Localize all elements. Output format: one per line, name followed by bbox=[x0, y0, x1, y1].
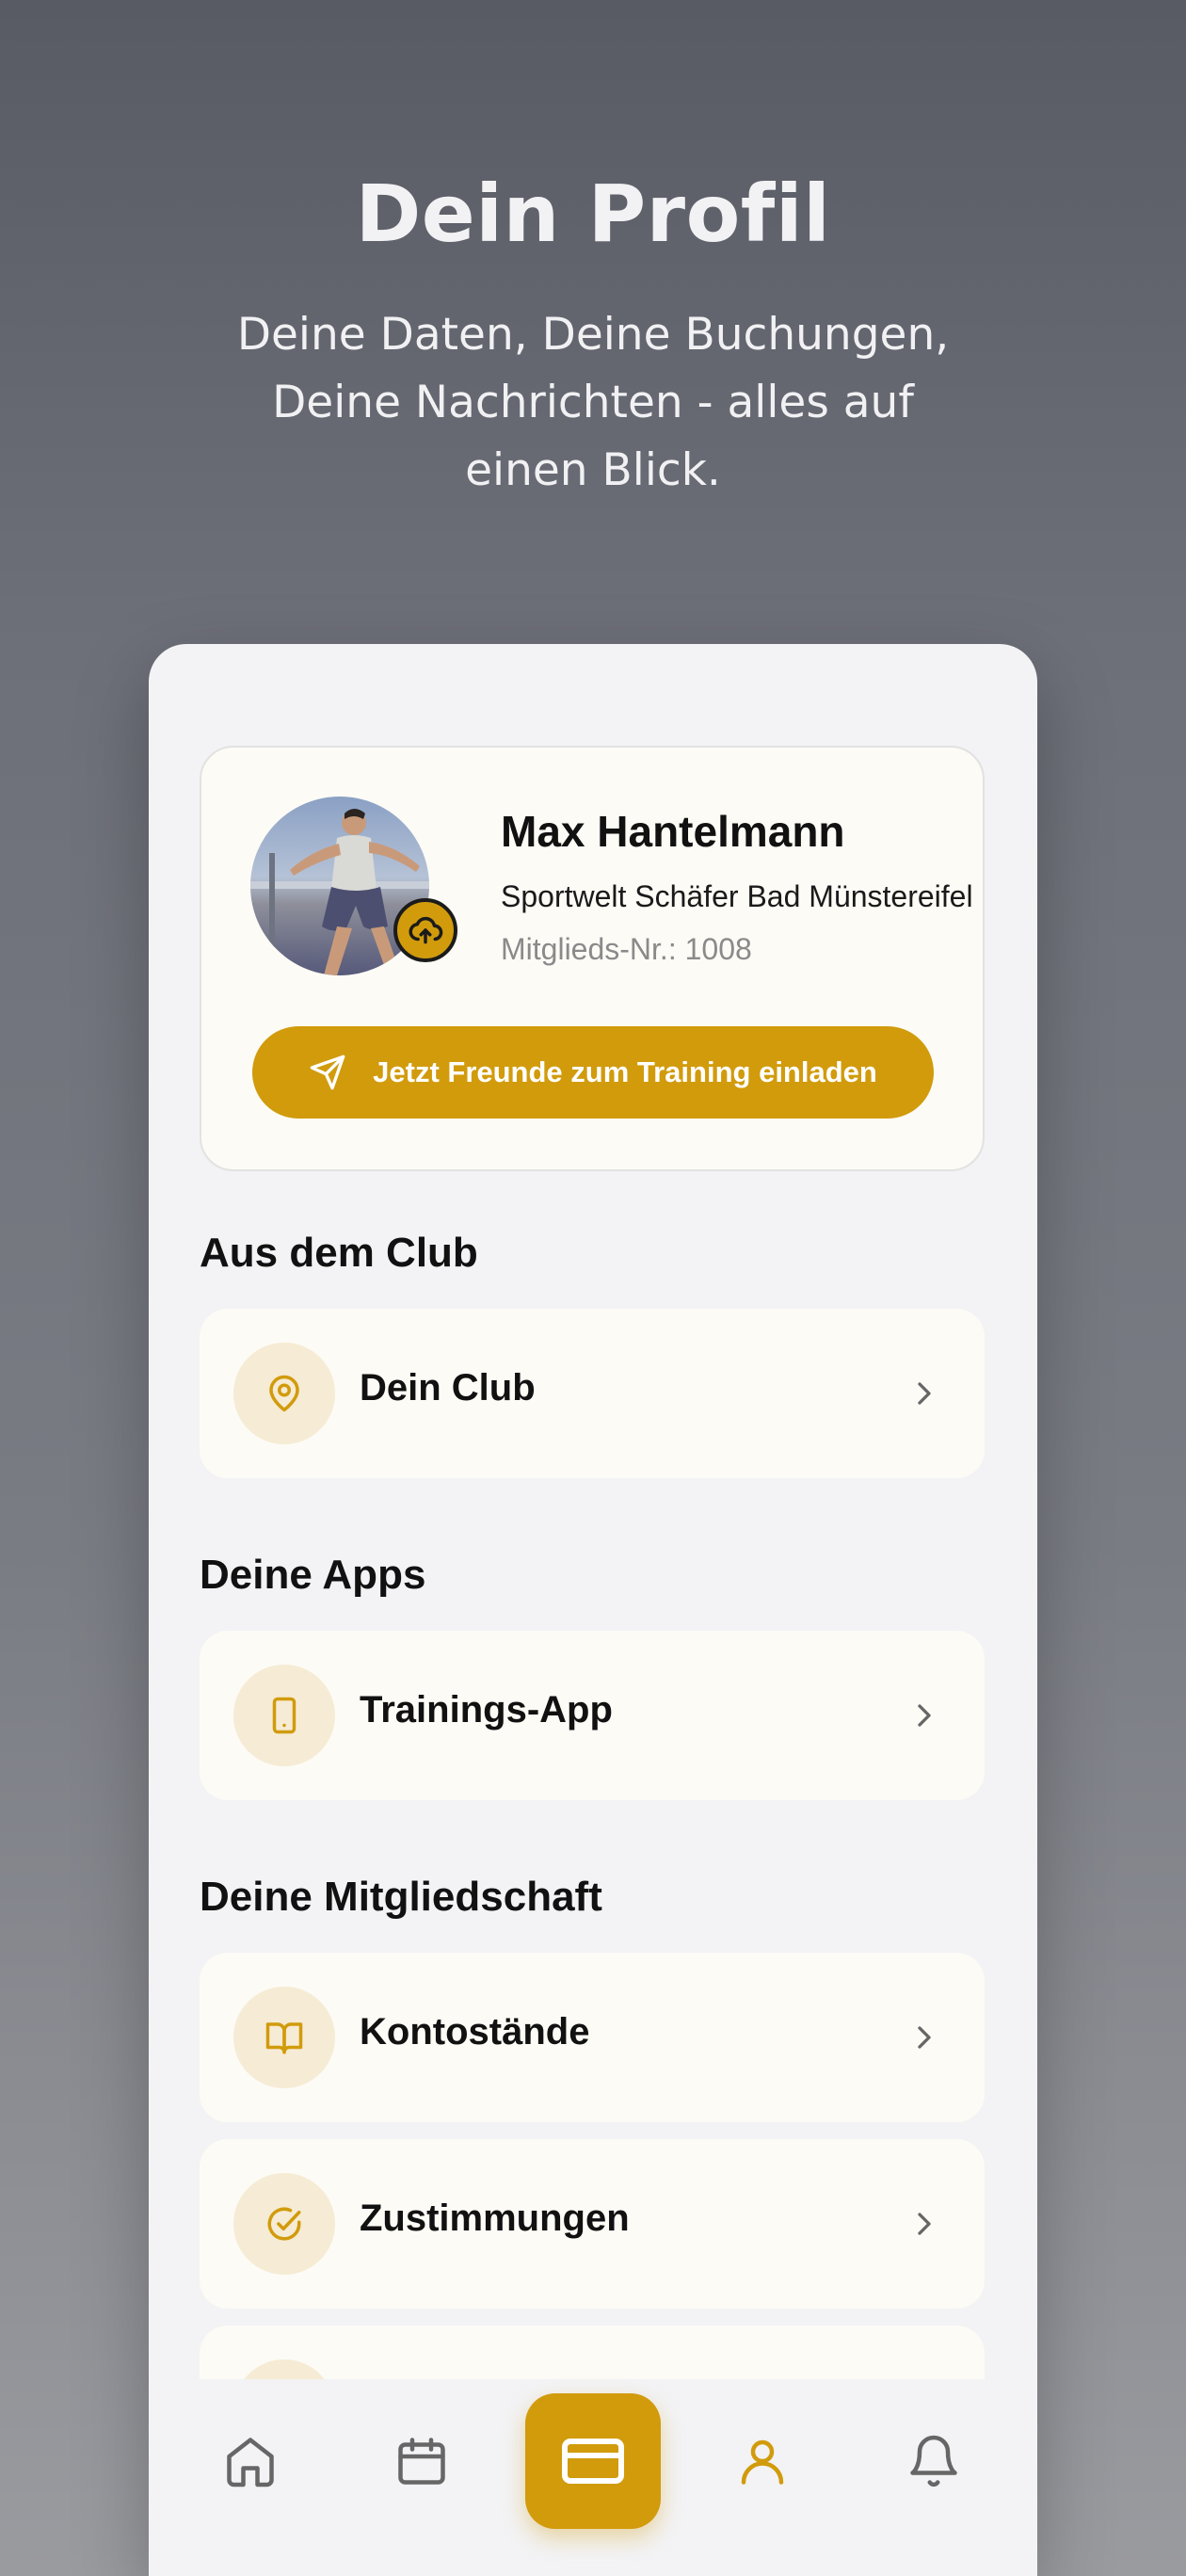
credit-card-icon bbox=[562, 2439, 624, 2484]
member-number: Mitglieds-Nr.: 1008 bbox=[501, 932, 752, 966]
bell-icon bbox=[910, 2435, 957, 2487]
invite-button-label: Jetzt Freunde zum Training einladen bbox=[373, 1055, 877, 1088]
row-icon-circle bbox=[233, 1343, 335, 1444]
hero-title: Dein Profil bbox=[355, 168, 831, 260]
map-pin-icon bbox=[269, 1375, 299, 1412]
row-icon-circle bbox=[233, 1665, 335, 1766]
profile-card: Max Hantelmann Sportwelt Schäfer Bad Mün… bbox=[200, 746, 985, 1171]
upload-photo-button[interactable] bbox=[393, 898, 457, 962]
cloud-upload-icon bbox=[409, 916, 443, 944]
list-item-dein-club[interactable]: Dein Club bbox=[200, 1309, 985, 1478]
chevron-right-icon bbox=[918, 2213, 931, 2235]
list-item-trainings-app[interactable]: Trainings-App bbox=[200, 1631, 985, 1800]
home-icon bbox=[227, 2438, 274, 2487]
row-label: Trainings-App bbox=[360, 1689, 613, 1731]
tab-notifications[interactable] bbox=[896, 2405, 971, 2518]
profile-name: Max Hantelmann bbox=[501, 807, 845, 856]
chevron-right-icon bbox=[918, 1382, 931, 1405]
row-icon-circle bbox=[233, 2173, 335, 2275]
bottom-tab-bar bbox=[149, 2393, 1037, 2576]
list-item-zustimmungen[interactable]: Zustimmungen bbox=[200, 2139, 985, 2309]
user-icon bbox=[741, 2439, 784, 2485]
tab-card[interactable] bbox=[525, 2393, 661, 2529]
chevron-right-icon bbox=[918, 1704, 931, 1727]
row-icon-circle bbox=[233, 1987, 335, 2088]
invite-friends-button[interactable]: Jetzt Freunde zum Training einladen bbox=[252, 1026, 934, 1119]
check-circle-icon bbox=[267, 2207, 301, 2241]
smartphone-icon bbox=[272, 1697, 296, 1734]
chevron-right-icon bbox=[918, 2026, 931, 2049]
tab-profile[interactable] bbox=[725, 2405, 800, 2518]
row-label: Zustimmungen bbox=[360, 2198, 630, 2239]
section-title-club: Aus dem Club bbox=[200, 1230, 478, 1276]
row-label: Kontostände bbox=[360, 2011, 590, 2053]
book-open-icon bbox=[265, 2022, 303, 2054]
tab-calendar[interactable] bbox=[384, 2405, 459, 2518]
list-item-kontostaende[interactable]: Kontostände bbox=[200, 1953, 985, 2122]
section-title-apps: Deine Apps bbox=[200, 1552, 426, 1598]
profile-club: Sportwelt Schäfer Bad Münstereifel bbox=[501, 879, 973, 913]
tab-home[interactable] bbox=[213, 2405, 288, 2518]
section-title-membership: Deine Mitgliedschaft bbox=[200, 1874, 602, 1920]
hero-subtitle: Deine Daten, Deine Buchungen, Deine Nach… bbox=[236, 309, 950, 496]
calendar-icon bbox=[398, 2438, 445, 2485]
phone-screen: Max Hantelmann Sportwelt Schäfer Bad Mün… bbox=[149, 644, 1037, 2576]
row-label: Dein Club bbox=[360, 1367, 536, 1409]
send-icon bbox=[310, 1055, 345, 1090]
